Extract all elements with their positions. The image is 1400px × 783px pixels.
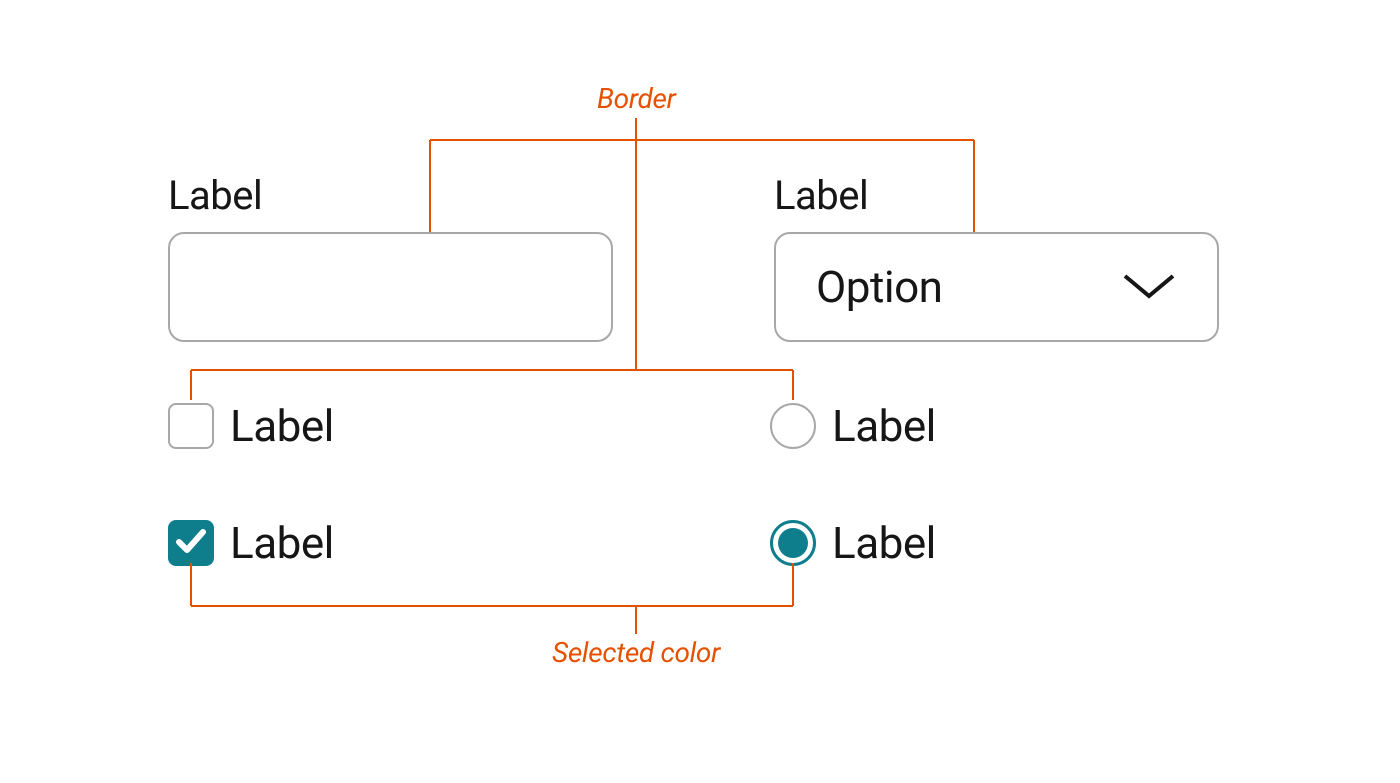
annotation-selected-color: Selected color [552,636,720,669]
radio-selected-inner [778,528,808,558]
checkbox-checked-row: Label [168,517,334,569]
radio-unselected-row: Label [770,400,936,452]
checkbox-checked-label: Label [230,517,334,569]
radio-unselected[interactable] [770,403,816,449]
radio-selected[interactable] [770,520,816,566]
chevron-down-icon [1117,271,1181,303]
radio-selected-label: Label [832,517,936,569]
radio-selected-row: Label [770,517,936,569]
annotation-border: Border [597,82,675,115]
checkbox-unchecked-label: Label [230,400,334,452]
checkbox-checked[interactable] [168,520,214,566]
dropdown-label: Label [774,172,868,219]
design-spec-diagram: Border Label Label Option La [0,0,1400,783]
checkbox-unchecked[interactable] [168,403,214,449]
dropdown-value: Option [816,261,942,313]
text-input[interactable] [168,232,613,342]
dropdown[interactable]: Option [774,232,1219,342]
text-input-label: Label [168,172,262,219]
checkbox-unchecked-row: Label [168,400,334,452]
checkmark-icon [174,524,208,562]
radio-unselected-label: Label [832,400,936,452]
